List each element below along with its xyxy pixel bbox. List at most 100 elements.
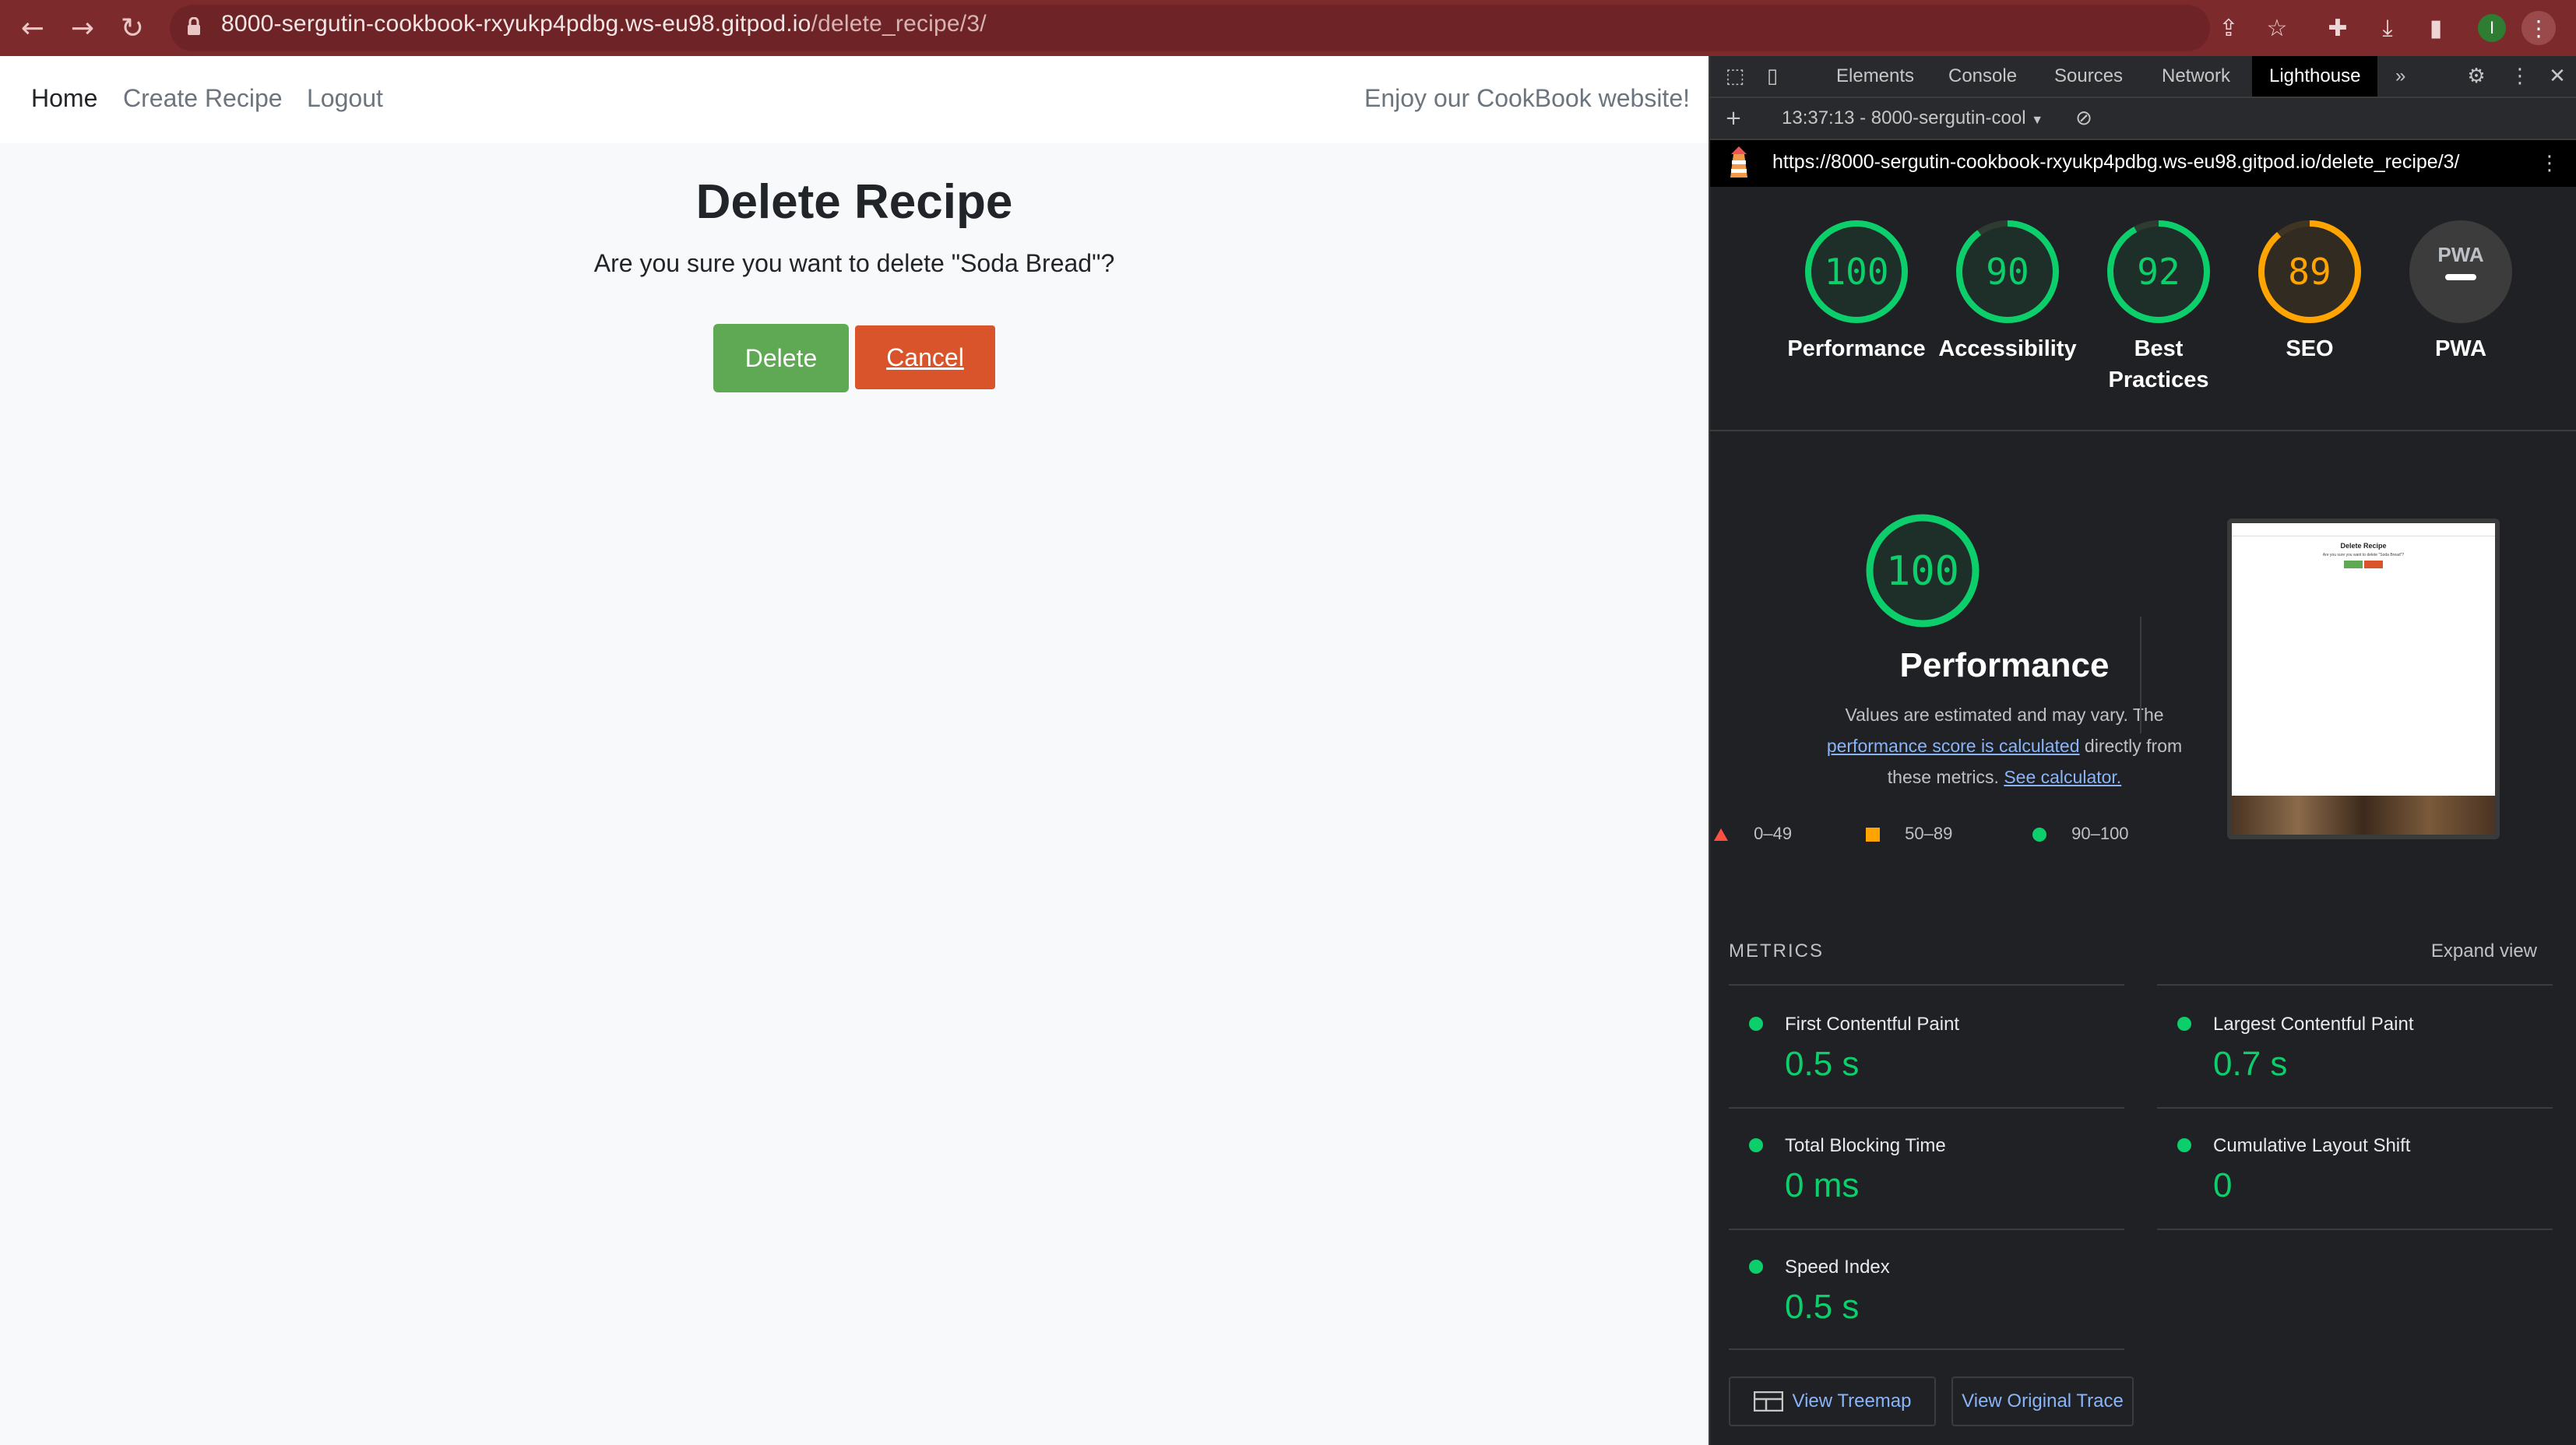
gauge-label: Performance bbox=[1779, 333, 1934, 364]
close-devtools-icon[interactable]: ✕ bbox=[2542, 61, 2573, 92]
metrics-heading: METRICS bbox=[1729, 940, 1824, 962]
gauge-label-line: PWA bbox=[2434, 336, 2487, 361]
tab-elements[interactable]: Elements bbox=[1832, 56, 1919, 97]
new-report-plus-icon[interactable]: + bbox=[1718, 103, 1749, 134]
gauge-seo[interactable]: 89 SEO bbox=[2232, 220, 2388, 364]
metric-value: 0.5 s bbox=[1785, 1045, 1860, 1083]
metric-rule bbox=[1729, 1348, 2124, 1350]
square-icon bbox=[1866, 828, 1880, 842]
gauge-ring: 89 bbox=[2258, 220, 2361, 323]
nav-create-recipe-link[interactable]: Create Recipe bbox=[123, 84, 283, 113]
gauge-pwa[interactable]: PWA PWA bbox=[2383, 220, 2539, 364]
big-gauge-ring: 100 bbox=[1866, 514, 1980, 628]
legend-average: 50–89 bbox=[1866, 824, 1952, 844]
gauge-score: 90 bbox=[1986, 251, 2029, 293]
pwa-badge-icon: PWA bbox=[2409, 220, 2512, 323]
web-page: Home Create Recipe Logout Enjoy our Cook… bbox=[0, 56, 1709, 1445]
gauge-best-practices[interactable]: 92 Best Practices bbox=[2081, 220, 2236, 396]
see-calculator-link[interactable]: See calculator. bbox=[2004, 767, 2121, 787]
delete-button[interactable]: Delete bbox=[713, 324, 849, 392]
report-menu-icon[interactable]: ⋮ bbox=[2534, 148, 2565, 179]
delete-confirmation-text: Are you sure you want to delete "Soda Br… bbox=[593, 249, 1115, 277]
side-panel-icon[interactable]: ▮ bbox=[2414, 6, 2458, 50]
view-original-trace-button[interactable]: View Original Trace bbox=[1951, 1376, 2134, 1426]
extensions-puzzle-icon[interactable]: ✚ bbox=[2316, 6, 2360, 50]
report-url[interactable]: https://8000-sergutin-cookbook-rxyukp4pd… bbox=[1772, 151, 2460, 174]
tab-console[interactable]: Console bbox=[1944, 56, 2022, 97]
vertical-separator bbox=[2140, 617, 2141, 733]
gauge-label-line: Accessibility bbox=[1938, 336, 2077, 361]
metric-rule bbox=[2157, 1229, 2553, 1230]
back-icon[interactable]: ← bbox=[8, 0, 58, 56]
lighthouse-toolbar: + 13:37:13 - 8000-sergutin-cool ▼ ⊘ bbox=[1710, 98, 2576, 140]
metric-label: First Contentful Paint bbox=[1785, 1014, 1960, 1035]
url-text[interactable]: 8000-sergutin-cookbook-rxyukp4pdbg.ws-eu… bbox=[221, 11, 987, 37]
cancel-button[interactable]: Cancel bbox=[855, 325, 995, 389]
tab-lighthouse[interactable]: Lighthouse bbox=[2252, 56, 2378, 97]
share-icon[interactable]: ⇪ bbox=[2207, 6, 2250, 50]
expand-view-toggle[interactable]: Expand view bbox=[2431, 940, 2537, 962]
forward-icon[interactable]: → bbox=[58, 0, 107, 56]
desc-text: these metrics. bbox=[1887, 767, 1999, 787]
metric-label: Cumulative Layout Shift bbox=[2213, 1135, 2411, 1156]
legend-range: 0–49 bbox=[1754, 824, 1793, 843]
bookmark-star-icon[interactable]: ☆ bbox=[2255, 6, 2299, 50]
gauge-label-line: Performance bbox=[1787, 336, 1926, 361]
clear-reports-icon[interactable]: ⊘ bbox=[2068, 103, 2099, 134]
gauge-ring: 100 bbox=[1805, 220, 1908, 323]
thumb-cancel-button bbox=[2364, 561, 2383, 568]
pass-dot-icon bbox=[1749, 1017, 1763, 1031]
tab-sources[interactable]: Sources bbox=[2050, 56, 2127, 97]
gauge-label-line: Best bbox=[2134, 336, 2184, 361]
url-path: /delete_recipe/3/ bbox=[811, 11, 987, 37]
metric-label: Total Blocking Time bbox=[1785, 1135, 1946, 1156]
devtools-tabbar: ⬚ ▯ Elements Console Sources Network Lig… bbox=[1710, 56, 2576, 98]
section-divider bbox=[1710, 430, 2576, 431]
inspect-element-icon[interactable]: ⬚ bbox=[1719, 61, 1751, 92]
browser-menu-icon[interactable]: ⋮ bbox=[2521, 11, 2556, 45]
devtools-menu-icon[interactable]: ⋮ bbox=[2504, 61, 2536, 92]
performance-description: Values are estimated and may vary. The p… bbox=[1718, 699, 2291, 793]
thumb-text: Are you sure you want to delete "Soda Br… bbox=[2322, 553, 2405, 557]
metric-label: Speed Index bbox=[1785, 1257, 1890, 1278]
gauge-performance[interactable]: 100 Performance bbox=[1779, 220, 1934, 364]
profile-avatar[interactable]: I bbox=[2478, 14, 2506, 42]
performance-title: Performance bbox=[1899, 646, 2110, 684]
more-tabs-icon[interactable]: » bbox=[2391, 56, 2410, 97]
download-icon[interactable]: ⤓ bbox=[2366, 6, 2409, 50]
metric-value: 0.5 s bbox=[1785, 1288, 1860, 1326]
settings-gear-icon[interactable]: ⚙ bbox=[2461, 61, 2492, 92]
legend-pass: 90–100 bbox=[2032, 824, 2129, 844]
reload-icon[interactable]: ↻ bbox=[107, 0, 157, 56]
report-select[interactable]: 13:37:13 - 8000-sergutin-cool ▼ bbox=[1782, 107, 2043, 129]
metric-rule bbox=[2157, 1107, 2553, 1109]
site-navbar: Home Create Recipe Logout Enjoy our Cook… bbox=[0, 56, 1709, 143]
gauge-score: 92 bbox=[2137, 251, 2180, 293]
lock-icon[interactable] bbox=[187, 16, 201, 35]
thumb-delete-button bbox=[2344, 561, 2363, 568]
gauge-accessibility[interactable]: 90 Accessibility bbox=[1930, 220, 2085, 364]
url-host: 8000-sergutin-cookbook-rxyukp4pdbg.ws-eu… bbox=[221, 11, 811, 37]
final-screenshot-thumbnail[interactable]: Delete Recipe Are you sure you want to d… bbox=[2227, 519, 2500, 839]
lighthouse-logo-icon bbox=[1726, 146, 1752, 181]
view-treemap-button[interactable]: View Treemap bbox=[1729, 1376, 1936, 1426]
legend-range: 50–89 bbox=[1905, 824, 1953, 843]
devtools-panel: ⬚ ▯ Elements Console Sources Network Lig… bbox=[1709, 56, 2576, 1445]
gauge-label: Best Practices bbox=[2081, 333, 2236, 396]
tab-network[interactable]: Network bbox=[2157, 56, 2235, 97]
metric-rule bbox=[2157, 984, 2553, 986]
desc-text: directly from bbox=[2084, 736, 2183, 756]
perf-score-calculated-link[interactable]: performance score is calculated bbox=[1827, 736, 2080, 756]
performance-big-gauge: 100 bbox=[1864, 512, 1981, 633]
device-toolbar-icon[interactable]: ▯ bbox=[1757, 61, 1788, 92]
pass-dot-icon bbox=[1749, 1138, 1763, 1152]
legend-fail: 0–49 bbox=[1713, 824, 1792, 844]
nav-logout-link[interactable]: Logout bbox=[307, 84, 383, 113]
lighthouse-url-bar: https://8000-sergutin-cookbook-rxyukp4pd… bbox=[1710, 140, 2576, 187]
gauge-label: PWA bbox=[2383, 333, 2539, 364]
pass-dot-icon bbox=[1749, 1260, 1763, 1274]
triangle-icon bbox=[1714, 828, 1728, 842]
nav-home-link[interactable]: Home bbox=[31, 84, 97, 113]
gauge-score: 100 bbox=[1824, 251, 1888, 293]
gauge-score: 89 bbox=[2288, 251, 2331, 293]
